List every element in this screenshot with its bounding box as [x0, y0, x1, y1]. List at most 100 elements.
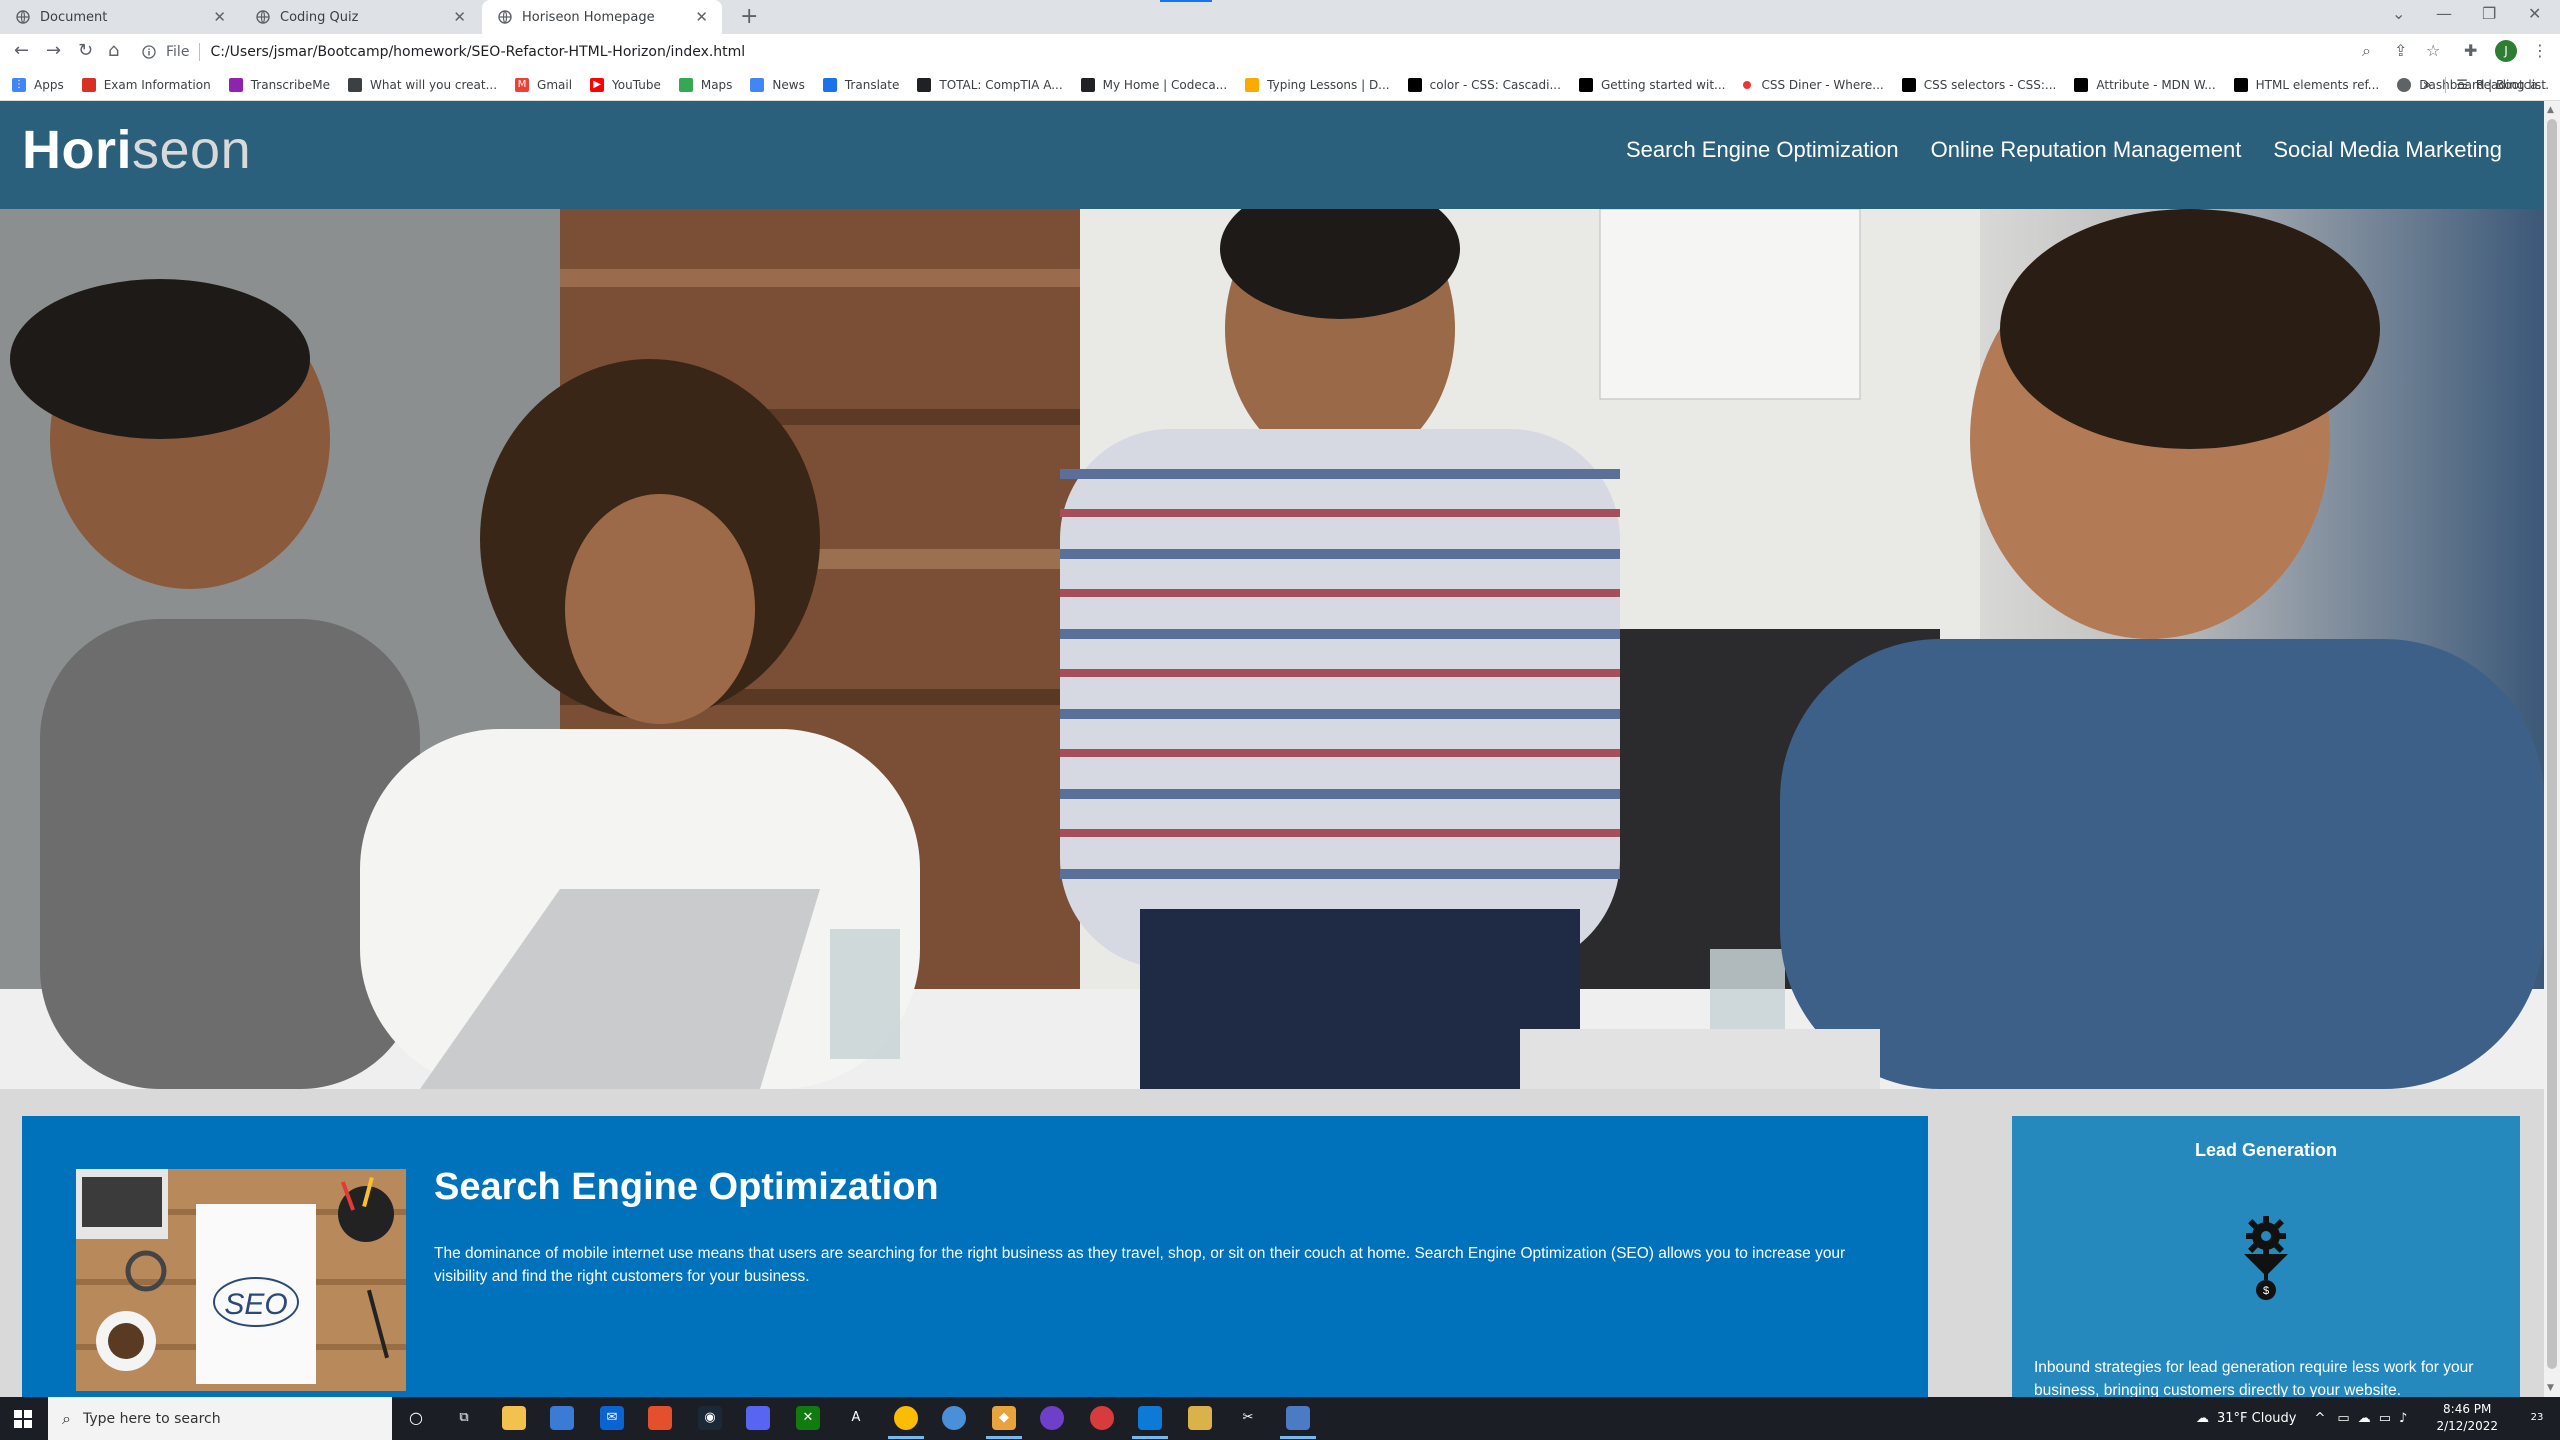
- close-icon[interactable]: ✕: [453, 8, 466, 26]
- address-bar[interactable]: File C:/Users/jsmar/Bootcamp/homework/SE…: [142, 37, 2346, 67]
- bookmark-item[interactable]: Getting started wit...: [1578, 78, 1725, 92]
- reading-list-button[interactable]: Reading list: [2476, 78, 2546, 92]
- bookmark-label: Exam Information: [103, 78, 211, 92]
- close-icon[interactable]: ✕: [695, 8, 708, 26]
- page-scrollbar[interactable]: ▲ ▼: [2544, 101, 2560, 1397]
- back-icon[interactable]: ←: [14, 40, 29, 61]
- maps-icon: [678, 78, 693, 92]
- xbox-icon[interactable]: ✕: [796, 1406, 820, 1430]
- css-diner-icon: [1743, 81, 1752, 89]
- taskbar-search-box[interactable]: ⌕ Type here to search: [48, 1397, 392, 1440]
- snip-tool-icon[interactable]: ✂: [1236, 1406, 1260, 1430]
- restore-icon[interactable]: ❐: [2482, 4, 2496, 23]
- nav-link-social[interactable]: Social Media Marketing: [2273, 137, 2502, 163]
- github-icon[interactable]: [1040, 1406, 1064, 1430]
- profile-avatar[interactable]: J: [2495, 40, 2517, 62]
- forward-icon[interactable]: →: [46, 40, 61, 61]
- weather-icon[interactable]: ☁: [2196, 1411, 2209, 1426]
- discord-icon[interactable]: [746, 1406, 770, 1430]
- active-app-icon[interactable]: [1280, 1406, 1316, 1439]
- extensions-icon[interactable]: ✚: [2464, 41, 2477, 60]
- bookmark-apps[interactable]: ⋮ Apps: [12, 78, 64, 92]
- steam-icon[interactable]: ◉: [698, 1406, 722, 1430]
- network-icon[interactable]: ▭: [2379, 1411, 2391, 1426]
- tab-coding-quiz[interactable]: Coding Quiz ✕: [240, 0, 480, 34]
- bookmark-item[interactable]: HTML elements ref...: [2233, 78, 2380, 92]
- windows-start-icon[interactable]: [14, 1410, 32, 1428]
- chrome-icon[interactable]: [888, 1406, 924, 1439]
- volume-icon[interactable]: ♪: [2399, 1411, 2407, 1426]
- record-app-icon[interactable]: [1090, 1406, 1114, 1430]
- reload-icon[interactable]: ↻: [78, 40, 93, 61]
- home-icon[interactable]: ⌂: [108, 40, 119, 61]
- bookmark-label: HTML elements ref...: [2255, 78, 2380, 92]
- scrollbar-thumb[interactable]: [2547, 119, 2557, 1369]
- tab-title: Document: [40, 9, 108, 25]
- reading-list-icon[interactable]: ☰: [2456, 78, 2468, 93]
- file-explorer-icon[interactable]: [502, 1406, 526, 1430]
- weather-text[interactable]: 31°F Cloudy: [2217, 1411, 2296, 1426]
- tab-search-icon[interactable]: ⌄: [2392, 4, 2405, 23]
- share-icon[interactable]: ⇪: [2394, 41, 2407, 60]
- notification-center-icon[interactable]: 23: [2526, 1408, 2548, 1428]
- microsoft-store-icon[interactable]: [550, 1406, 574, 1430]
- seo-illustration: SEO: [76, 1169, 406, 1391]
- bookmark-label: TOTAL: CompTIA A...: [939, 78, 1063, 92]
- taskbar-clock[interactable]: 8:46 PM 2/12/2022: [2436, 1401, 2498, 1435]
- tab-horiseon-homepage[interactable]: Horiseon Homepage ✕: [482, 0, 722, 34]
- site-logo: Horiseon: [22, 119, 251, 181]
- bookmark-label: CSS Diner - Where...: [1761, 78, 1884, 92]
- close-icon[interactable]: ✕: [213, 8, 226, 26]
- nav-link-reputation[interactable]: Online Reputation Management: [1931, 137, 2242, 163]
- bookmark-label: What will you creat...: [370, 78, 498, 92]
- bookmark-item[interactable]: Typing Lessons | D...: [1245, 78, 1390, 92]
- bookmark-star-icon[interactable]: ☆: [2426, 41, 2440, 60]
- tab-title: Coding Quiz: [280, 9, 359, 25]
- chevron-up-icon[interactable]: ^: [2314, 1411, 2325, 1426]
- zoom-icon[interactable]: ⌕: [2362, 41, 2371, 61]
- bookmark-item[interactable]: color - CSS: Cascadi...: [1407, 78, 1561, 92]
- bookmark-item[interactable]: CSS selectors - CSS:...: [1901, 78, 2056, 92]
- url-text[interactable]: C:/Users/jsmar/Bootcamp/homework/SEO-Ref…: [210, 44, 745, 60]
- battery-icon[interactable]: ▭: [2337, 1411, 2349, 1426]
- bookmark-item[interactable]: Translate: [822, 78, 899, 92]
- bookmark-item[interactable]: TranscribeMe: [228, 78, 330, 92]
- bookmark-item[interactable]: M Gmail: [515, 78, 572, 92]
- bookmark-item[interactable]: Maps: [678, 78, 732, 92]
- divider: [2445, 77, 2447, 93]
- office-icon[interactable]: [648, 1406, 672, 1430]
- minimize-icon[interactable]: —: [2436, 4, 2452, 23]
- scroll-down-icon[interactable]: ▼: [2547, 1383, 2554, 1393]
- notes-app-icon[interactable]: [1188, 1406, 1212, 1430]
- cortana-icon[interactable]: ○: [404, 1406, 428, 1430]
- translate-icon: [822, 78, 837, 92]
- vscode-icon[interactable]: [1132, 1406, 1168, 1439]
- bookmark-item[interactable]: What will you creat...: [348, 78, 497, 92]
- window-close-icon[interactable]: ✕: [2528, 4, 2541, 23]
- menu-icon[interactable]: ⋮: [2532, 41, 2548, 60]
- bookmark-item[interactable]: TOTAL: CompTIA A...: [917, 78, 1063, 92]
- bookmark-item[interactable]: CSS Diner - Where...: [1743, 78, 1884, 92]
- task-view-icon[interactable]: ⧉: [452, 1406, 476, 1430]
- bookmark-item[interactable]: ▶ YouTube: [590, 78, 661, 92]
- mdn-icon: [2074, 78, 2089, 92]
- nav-link-seo[interactable]: Search Engine Optimization: [1626, 137, 1899, 163]
- globe-app-icon[interactable]: [942, 1406, 966, 1430]
- onedrive-icon[interactable]: ☁: [2358, 1411, 2371, 1426]
- news-icon: [750, 78, 765, 92]
- scroll-up-icon[interactable]: ▲: [2547, 105, 2554, 115]
- info-icon[interactable]: [142, 45, 156, 59]
- mail-icon[interactable]: ✉: [600, 1406, 624, 1430]
- bookmark-item[interactable]: My Home | Codeca...: [1080, 78, 1227, 92]
- taskbar-search-placeholder: Type here to search: [82, 1410, 221, 1427]
- bookmark-item[interactable]: Exam Information: [81, 78, 211, 92]
- bookmark-item[interactable]: News: [750, 78, 805, 92]
- hero-photo: [0, 209, 2544, 1089]
- overflow-chevron-icon[interactable]: »: [2423, 77, 2432, 93]
- new-tab-button[interactable]: +: [740, 4, 758, 29]
- adobe-icon[interactable]: A: [844, 1406, 868, 1430]
- git-icon[interactable]: ◆: [986, 1406, 1022, 1439]
- tab-document[interactable]: Document ✕: [0, 0, 240, 34]
- bookmark-item[interactable]: Attribute - MDN W...: [2074, 78, 2216, 92]
- codecademy-icon: [1080, 78, 1095, 92]
